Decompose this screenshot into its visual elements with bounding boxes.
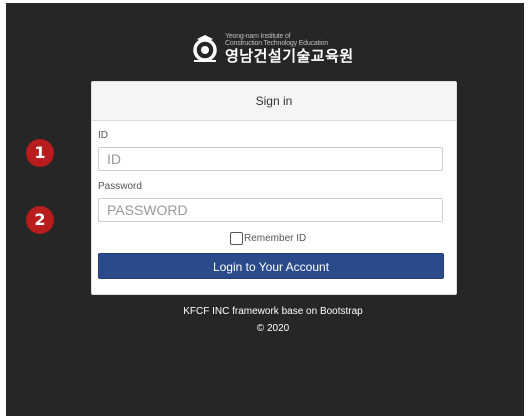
brand-subtitle-line1: Yeong-nam Institute of	[225, 33, 291, 40]
login-card: Sign in ID Password Remember ID Login to…	[91, 81, 457, 295]
id-input[interactable]	[98, 147, 443, 171]
login-screen: Yeong-nam Institute of Construction Tech…	[6, 3, 524, 416]
password-label: Password	[98, 181, 142, 192]
remember-id-control[interactable]: Remember ID	[230, 230, 306, 246]
remember-id-checkbox[interactable]	[230, 231, 243, 245]
login-button[interactable]: Login to Your Account	[98, 253, 444, 279]
remember-id-label: Remember ID	[244, 232, 307, 244]
login-card-heading: Sign in	[92, 82, 456, 121]
step-marker-1: 1	[26, 139, 54, 167]
brand-subtitle-line2: Construction Technology Education	[225, 40, 329, 47]
password-input[interactable]	[98, 198, 443, 222]
copyright: © 2020	[256, 323, 290, 334]
step-marker-2: 2	[26, 206, 54, 234]
institute-logo-icon	[193, 35, 217, 62]
brand-subtitle: Yeong-nam Institute of Construction Tech…	[225, 33, 328, 47]
brand-name: 영남건설기술교육원	[225, 47, 354, 65]
id-label: ID	[98, 130, 108, 141]
institute-logo: Yeong-nam Institute of Construction Tech…	[191, 31, 371, 67]
framework-credit: KFCF INC framework base on Bootstrap	[183, 306, 363, 317]
